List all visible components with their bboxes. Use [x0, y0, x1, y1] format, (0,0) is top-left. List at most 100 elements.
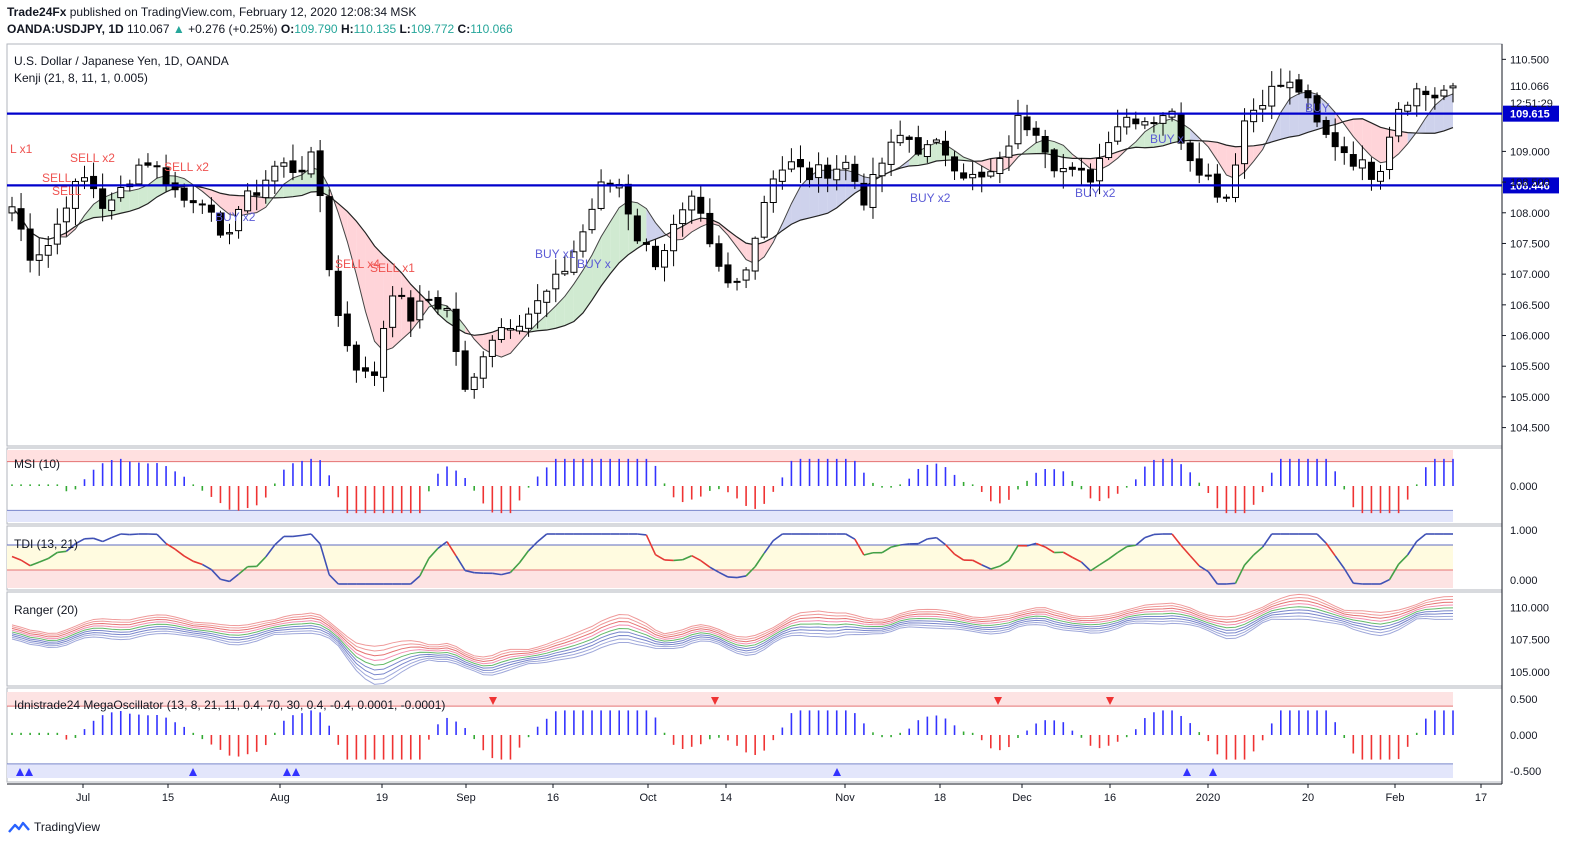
- candle-body: [352, 344, 360, 371]
- signal-labels: L x1SELL x2SELLSELLSELL x2BUY x2SELL x4S…: [10, 101, 1330, 275]
- msi-overbought-zone: [7, 450, 1453, 462]
- candle-body: [1322, 119, 1330, 135]
- ribbon-segment: [646, 208, 656, 243]
- candle-body: [1096, 157, 1104, 182]
- symbol-label[interactable]: OANDA:USDJPY, 1D: [7, 22, 124, 36]
- candle-body: [842, 161, 850, 170]
- ribbon-segment: [546, 305, 556, 331]
- candle-body: [978, 171, 986, 178]
- time-tick-label: 14: [720, 792, 732, 804]
- tdi-line-segment: [1416, 533, 1427, 542]
- time-tick-label: 2020: [1196, 792, 1220, 804]
- price-tick-label: 107.000: [1510, 269, 1550, 281]
- candle-body: [361, 367, 369, 372]
- candle-body: [969, 173, 977, 179]
- ranger-band-line: [11, 617, 1454, 685]
- candle-body: [697, 196, 705, 214]
- candle-body: [1041, 135, 1049, 153]
- candle-body: [479, 356, 487, 379]
- kenji-indicator-title[interactable]: Kenji (21, 8, 11, 1, 0.005): [14, 71, 148, 85]
- candle-body: [887, 141, 895, 165]
- candle-body: [869, 174, 877, 208]
- msi-title[interactable]: MSI (10): [14, 457, 60, 471]
- tdi-line-segment: [129, 533, 139, 536]
- candle-body: [271, 165, 279, 182]
- price-tick-label: 108.000: [1510, 208, 1550, 220]
- signal-label: BUY x2: [215, 210, 256, 224]
- candle-body: [1295, 79, 1303, 93]
- tradingview-logo-icon: [8, 821, 30, 833]
- level-price-label: 109.615: [1510, 109, 1550, 121]
- tdi-line-segment: [310, 533, 321, 545]
- mega-tick-label: 0.500: [1510, 694, 1538, 706]
- candle-body: [760, 201, 768, 238]
- candle-body: [896, 134, 904, 144]
- ranger-band-line: [11, 600, 1454, 662]
- candle-body: [488, 339, 496, 357]
- candle-body: [1431, 94, 1439, 99]
- candle-body: [588, 208, 596, 231]
- candle-body: [543, 290, 551, 303]
- price-change: +0.276 (+0.25%): [188, 22, 278, 36]
- signal-label: SELL x2: [164, 160, 209, 174]
- tdi-line-segment: [927, 536, 937, 540]
- tdi-low-zone: [7, 570, 1453, 588]
- tdi-line-segment: [57, 550, 67, 554]
- candle-body: [1132, 118, 1140, 125]
- bar-countdown-label: 12:51:29: [1510, 98, 1553, 110]
- tdi-line-segment: [1135, 536, 1146, 546]
- publisher-name[interactable]: Trade24Fx: [7, 5, 66, 19]
- candle-body: [35, 254, 43, 261]
- ribbon-segment: [537, 314, 547, 331]
- ranger-tick-label: 107.500: [1510, 635, 1550, 647]
- candle-body: [751, 237, 759, 272]
- candle-body: [26, 228, 34, 261]
- tdi-line-segment: [1144, 533, 1155, 539]
- candle-body: [1222, 196, 1230, 199]
- footer-brand[interactable]: TradingView: [8, 820, 100, 834]
- candle-body: [180, 187, 188, 201]
- candle-body: [452, 308, 460, 352]
- open-value: 109.790: [294, 22, 338, 36]
- candle-body: [343, 313, 351, 347]
- candle-body: [525, 313, 533, 329]
- signal-label: SELL: [52, 184, 82, 198]
- candle-body: [53, 223, 61, 245]
- candle-body: [951, 156, 959, 172]
- tdi-title[interactable]: TDI (13, 21): [14, 537, 78, 551]
- tdi-line-segment: [845, 533, 856, 540]
- tdi-line-segment: [935, 537, 946, 546]
- signal-label: BUY: [1305, 101, 1330, 115]
- price-tick-label: 109.000: [1510, 146, 1550, 158]
- candle-body: [99, 188, 107, 209]
- candle-body: [923, 144, 931, 158]
- candle-body: [679, 209, 687, 225]
- ranger-title[interactable]: Ranger (20): [14, 603, 78, 617]
- tdi-line-segment: [1226, 582, 1236, 585]
- ribbon-segment: [1217, 142, 1227, 176]
- chart-canvas[interactable]: 109.615108.446110.500110.06612:51:29109.…: [0, 0, 1572, 849]
- tdi-line-segment: [111, 533, 122, 539]
- tdi-tick-label: 0.000: [1510, 575, 1538, 587]
- candle-body: [1340, 146, 1348, 154]
- time-tick-label: 17: [1475, 792, 1487, 804]
- tdi-neutral-zone: [7, 545, 1453, 570]
- candle-body: [1114, 126, 1122, 142]
- footer-brand-label: TradingView: [34, 820, 101, 834]
- candle-body: [280, 162, 288, 167]
- candle-body: [189, 200, 197, 204]
- candle-body: [815, 164, 823, 179]
- candle-body: [878, 162, 886, 177]
- candle-body: [1422, 90, 1430, 96]
- candle-body: [398, 294, 406, 297]
- candle-body: [506, 328, 514, 331]
- candle-body: [1386, 136, 1394, 171]
- ohlc-line: OANDA:USDJPY, 1D 110.067 ▲ +0.276 (+0.25…: [7, 22, 513, 36]
- low-value: 109.772: [410, 22, 455, 36]
- mega-oscillator-title[interactable]: Idnistrade24 MegaOscillator (13, 8, 21, …: [14, 698, 445, 712]
- time-tick-label: 20: [1302, 792, 1314, 804]
- candle-body: [244, 190, 252, 212]
- candle-body: [624, 183, 632, 215]
- candle-body: [1241, 120, 1249, 165]
- candle-body: [534, 300, 542, 314]
